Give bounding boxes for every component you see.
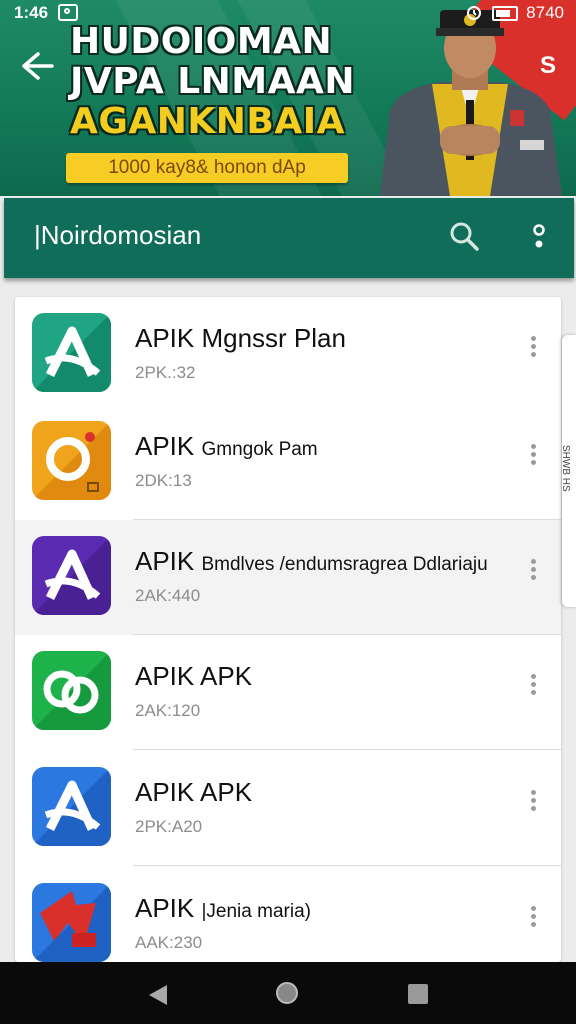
app-meta: 2PK:A20 [135,817,203,836]
banner-title-line-3: AGANKNBAIA [70,101,345,142]
nav-home-icon[interactable] [276,982,298,1004]
status-bar: 1:46 8740 [0,0,576,26]
status-time: 1:46 [14,3,49,22]
list-item[interactable]: APIK APK 2PK:A20 [15,751,561,866]
banner-badge: S [539,52,556,79]
item-more-icon[interactable] [523,333,543,363]
banner-title-line-2: JVPA LNMAAN [70,61,355,102]
item-more-icon[interactable] [523,556,543,586]
purple-a-icon [32,536,111,615]
banner-title-line-1: HUDOIOMAN [70,21,333,62]
status-right-text: 8740 [526,3,564,22]
back-arrow-icon[interactable] [16,48,56,84]
item-more-icon[interactable] [523,671,543,701]
app-meta: 2AK:120 [135,701,201,720]
list-item[interactable]: APIK APK 2AK:120 [15,635,561,750]
officer-illustration [380,10,562,196]
battery-icon [492,5,519,21]
promo-banner[interactable]: S 1:46 8740 HUDOIOMAN JVPA LNMAAN AGANKN… [0,0,576,196]
item-more-icon[interactable] [523,787,543,817]
item-more-icon[interactable] [523,903,543,933]
side-drawer-tab[interactable]: SHWB HS [560,335,576,607]
banner-title: HUDOIOMAN JVPA LNMAAN AGANKNBAIA [70,22,370,142]
green-rings-icon [32,651,111,730]
search-icon[interactable] [448,220,480,252]
app-name: APIK |Jenia maria) [135,893,311,923]
app-meta: 2AK:440 [135,586,201,605]
nav-back-icon[interactable] [147,984,169,1006]
app-name: APIK Mgnssr Plan [135,323,346,353]
promo-pill[interactable]: 1000 kay8& honon dAp [66,153,348,183]
side-tab-label: SHWB HS [560,445,571,492]
red-arrow-icon [32,883,111,962]
list-item[interactable]: APIK |Jenia maria) AAK:230 [15,867,561,962]
list-item[interactable]: APIK Mgnssr Plan 2PK.:32 [15,297,561,412]
app-name: APIK APK [135,777,253,807]
app-meta: AAK:230 [135,933,203,952]
list-item[interactable]: APIK Bmdlves /endumsragrea Ddlariaju 2AK… [15,520,561,635]
app-name: APIK Bmdlves /endumsragrea Ddlariaju [135,546,488,576]
alarm-icon [467,6,482,20]
app-name: APIK Gmngok Pam [135,431,318,461]
app-bar: |Noirdomosian [4,198,574,278]
app-meta: 2PK.:32 [135,363,196,382]
app-list: APIK Mgnssr Plan 2PK.:32 APIK Gmngok Pam… [15,297,561,962]
item-more-icon[interactable] [523,441,543,471]
app-bar-title: |Noirdomosian [34,220,202,250]
blue-a-icon [32,767,111,846]
app-meta: 2DK:13 [135,471,192,490]
app-name: APIK APK [135,661,253,691]
navigation-bar [0,962,576,1024]
orange-camera-icon [32,421,111,500]
list-item[interactable]: APIK Gmngok Pam 2DK:13 [15,405,561,520]
camera-icon [58,4,78,21]
more-vert-icon[interactable] [524,220,554,254]
nav-recents-icon[interactable] [408,984,428,1004]
teal-a-icon [32,313,111,392]
